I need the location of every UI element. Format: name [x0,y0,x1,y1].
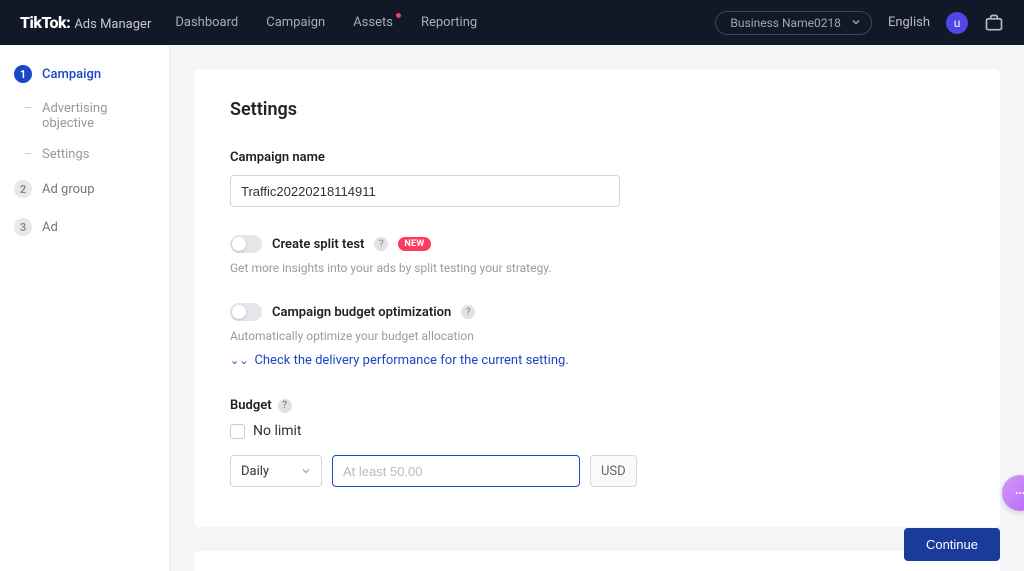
top-nav: TikTok: Ads Manager Dashboard Campaign A… [0,0,1024,45]
notification-dot-icon [396,13,401,18]
campaign-name-label: Campaign name [230,150,964,165]
sidebar: 1 Campaign Advertising objective Setting… [0,45,170,571]
nav-assets[interactable]: Assets [353,15,393,30]
nav-dashboard[interactable]: Dashboard [175,15,238,30]
chevron-down-icon [301,466,311,476]
no-limit-label: No limit [253,423,302,439]
chevron-down-icon [851,16,861,30]
step-label: Ad [42,220,58,235]
chat-icon [1012,485,1024,501]
cbo-helper: Automatically optimize your budget alloc… [230,329,964,343]
budget-amount-input[interactable] [332,455,580,487]
sidebar-step-campaign[interactable]: 1 Campaign [0,55,169,93]
brand: TikTok: Ads Manager [20,13,151,32]
business-select[interactable]: Business Name0218 [715,11,872,35]
brand-subtitle: Ads Manager [74,17,151,32]
cbo-toggle[interactable] [230,303,262,321]
step-number: 3 [14,218,32,236]
nav-assets-label: Assets [353,15,393,30]
double-chevron-down-icon: ⌄⌄ [230,354,248,367]
sidebar-sub-objective[interactable]: Advertising objective [0,93,169,139]
sidebar-step-ad[interactable]: 3 Ad [0,208,169,246]
step-label: Campaign [42,67,101,82]
settings-title: Settings [230,99,964,120]
help-icon[interactable]: ? [461,305,475,319]
sidebar-sub-settings[interactable]: Settings [0,139,169,170]
budget-label: Budget ? [230,398,964,413]
main-content: Settings Campaign name Create split test… [170,45,1024,571]
no-limit-checkbox[interactable] [230,424,245,439]
language-select[interactable]: English [888,15,930,30]
cbo-link[interactable]: ⌄⌄ Check the delivery performance for th… [230,353,569,368]
nav-reporting[interactable]: Reporting [421,15,477,30]
nav-campaign[interactable]: Campaign [266,15,325,30]
briefcase-icon[interactable] [984,13,1004,33]
settings-card: Settings Campaign name Create split test… [194,69,1000,527]
budget-frequency-select[interactable]: Daily [230,455,322,487]
step-label: Ad group [42,182,95,197]
split-test-label: Create split test [272,237,364,252]
avatar[interactable]: u [946,12,968,34]
cbo-link-text: Check the delivery performance for the c… [254,353,568,368]
new-badge: NEW [398,237,430,251]
business-name: Business Name0218 [730,16,841,30]
next-section-card [194,551,1000,571]
budget-currency: USD [590,455,637,487]
help-icon[interactable]: ? [374,237,388,251]
step-number: 1 [14,65,32,83]
cbo-label: Campaign budget optimization [272,305,451,320]
help-icon[interactable]: ? [278,399,292,413]
continue-button[interactable]: Continue [904,528,1000,561]
budget-frequency-value: Daily [241,464,269,479]
nav-links: Dashboard Campaign Assets Reporting [175,15,477,30]
step-number: 2 [14,180,32,198]
campaign-name-input[interactable] [230,175,620,207]
split-test-toggle[interactable] [230,235,262,253]
split-test-helper: Get more insights into your ads by split… [230,261,964,275]
sidebar-step-adgroup[interactable]: 2 Ad group [0,170,169,208]
brand-logo: TikTok: [20,13,70,32]
